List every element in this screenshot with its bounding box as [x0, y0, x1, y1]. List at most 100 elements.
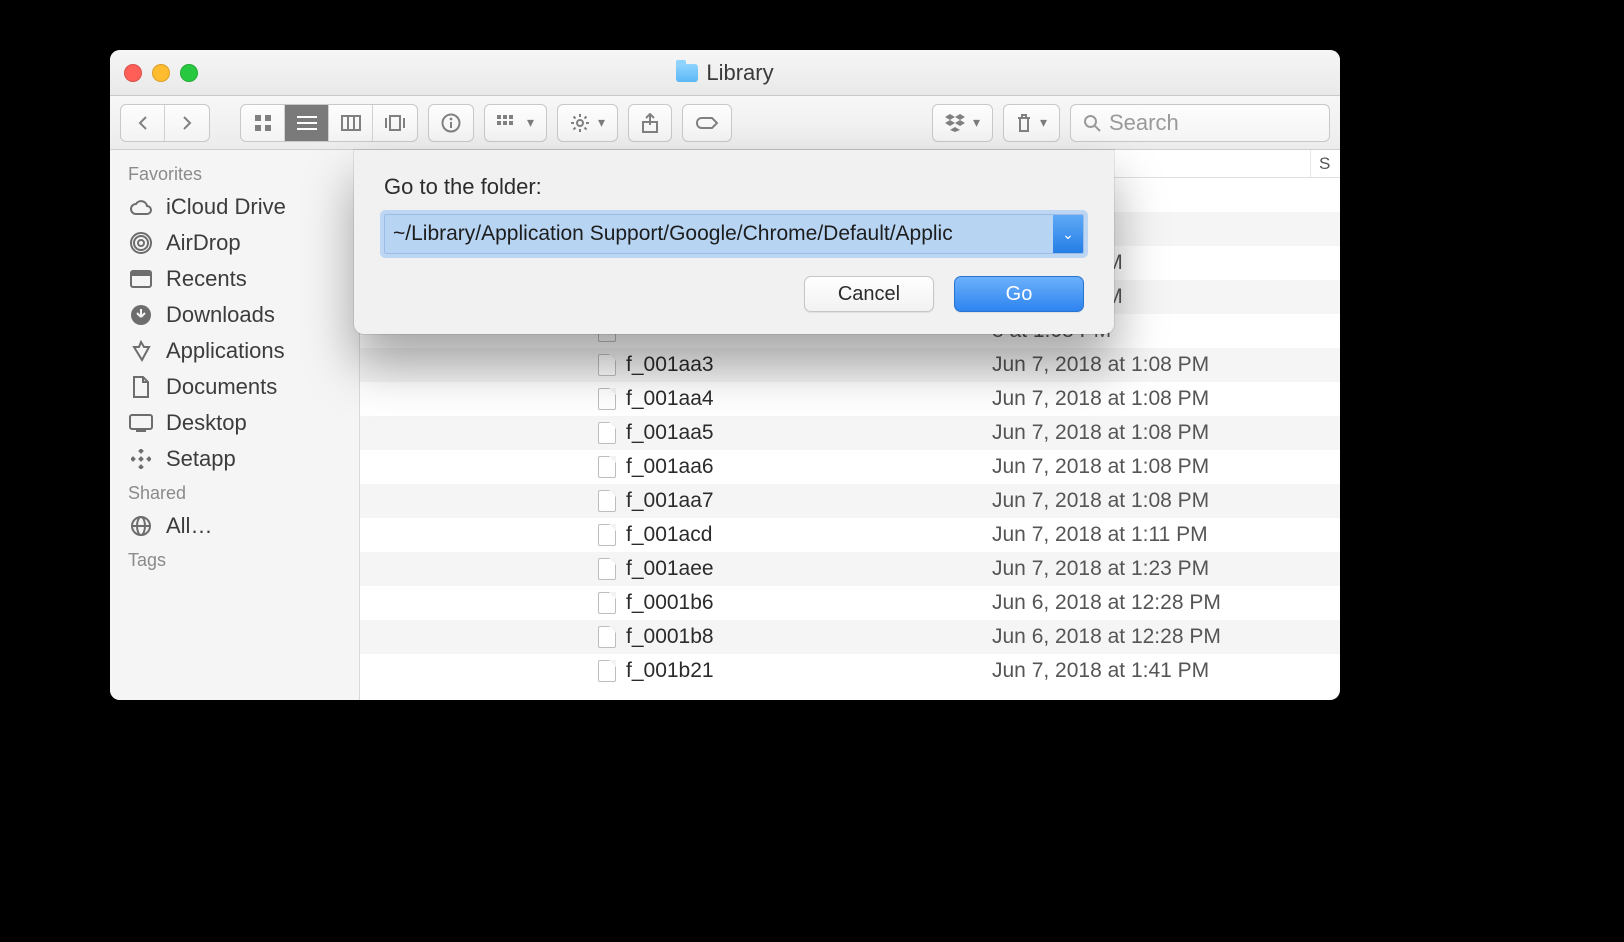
- sidebar-item-airdrop[interactable]: AirDrop: [110, 225, 359, 261]
- view-icon-button[interactable]: [241, 105, 285, 141]
- file-row[interactable]: f_0001b6Jun 6, 2018 at 12:28 PM: [360, 586, 1340, 620]
- dropbox-icon: [945, 114, 965, 132]
- path-history-dropdown[interactable]: ⌄: [1053, 215, 1083, 253]
- titlebar: Library: [110, 50, 1340, 96]
- minimize-window-button[interactable]: [152, 64, 170, 82]
- sidebar-item-label: Applications: [166, 338, 285, 364]
- file-icon: [598, 422, 616, 444]
- dropbox-button[interactable]: ▾: [932, 104, 993, 142]
- sidebar-item-icloud-drive[interactable]: iCloud Drive: [110, 189, 359, 225]
- sidebar-item-downloads[interactable]: Downloads: [110, 297, 359, 333]
- view-gallery-button[interactable]: [373, 105, 417, 141]
- column-size[interactable]: S: [1310, 150, 1340, 177]
- close-window-button[interactable]: [124, 64, 142, 82]
- info-button[interactable]: [428, 104, 474, 142]
- file-date: Jun 7, 2018 at 1:08 PM: [980, 421, 1310, 445]
- action-button[interactable]: ▾: [557, 104, 618, 142]
- file-icon: [598, 456, 616, 478]
- sidebar-item-label: All…: [166, 513, 212, 539]
- share-button[interactable]: [628, 104, 672, 142]
- cloud-icon: [128, 198, 154, 216]
- sidebar-item-applications[interactable]: Applications: [110, 333, 359, 369]
- file-row[interactable]: f_001b21 Jun 7, 2018 at 1:41 PM: [360, 654, 1340, 688]
- trash-icon: [1016, 113, 1032, 133]
- file-icon: [598, 388, 616, 410]
- group-button[interactable]: ▾: [484, 104, 547, 142]
- file-date: Jun 6, 2018 at 12:28 PM: [980, 625, 1310, 649]
- network-icon: [128, 515, 154, 537]
- file-icon: [598, 354, 616, 376]
- finder-window: Library: [110, 50, 1340, 700]
- file-icon: [598, 592, 616, 614]
- chevron-down-icon: ▾: [1040, 114, 1047, 131]
- file-date: Jun 7, 2018 at 1:08 PM: [980, 387, 1310, 411]
- sidebar-section-header: Shared: [110, 477, 359, 508]
- file-icon: [598, 626, 616, 648]
- sidebar-item-recents[interactable]: Recents: [110, 261, 359, 297]
- downloads-icon: [128, 304, 154, 326]
- sidebar-item-label: Desktop: [166, 410, 247, 436]
- window-title: Library: [706, 60, 773, 86]
- setapp-icon: [128, 449, 154, 469]
- chevron-down-icon: ▾: [527, 114, 534, 131]
- forward-button[interactable]: [165, 105, 209, 141]
- file-name: f_001acd: [626, 523, 712, 547]
- file-name: f_0001b6: [626, 591, 714, 615]
- file-name: f_001aa7: [626, 489, 714, 513]
- file-name: f_001aa6: [626, 455, 714, 479]
- search-placeholder: Search: [1109, 110, 1179, 136]
- back-button[interactable]: [121, 105, 165, 141]
- sidebar-item-label: Downloads: [166, 302, 275, 328]
- file-date: Jun 7, 2018 at 1:41 PM: [980, 659, 1310, 683]
- search-field[interactable]: Search: [1070, 104, 1330, 142]
- go-to-folder-sheet: Go to the folder: ⌄ Cancel Go: [354, 150, 1114, 334]
- trash-menu-button[interactable]: ▾: [1003, 104, 1060, 142]
- desktop-icon: [128, 414, 154, 432]
- view-list-button[interactable]: [285, 105, 329, 141]
- tags-button[interactable]: [682, 104, 732, 142]
- file-name: f_001b21: [626, 659, 714, 683]
- file-row[interactable]: f_001aeeJun 7, 2018 at 1:23 PM: [360, 552, 1340, 586]
- sidebar-item-label: iCloud Drive: [166, 194, 286, 220]
- folder-path-input[interactable]: [385, 215, 1053, 253]
- sidebar-item-label: Documents: [166, 374, 277, 400]
- file-date: Jun 7, 2018 at 1:23 PM: [980, 557, 1310, 581]
- view-mode-segment: [240, 104, 418, 142]
- zoom-window-button[interactable]: [180, 64, 198, 82]
- airdrop-icon: [128, 232, 154, 254]
- share-icon: [641, 113, 659, 133]
- file-icon: [598, 558, 616, 580]
- file-name: f_0001b8: [626, 625, 714, 649]
- chevron-down-icon: ▾: [598, 114, 605, 131]
- file-icon: [598, 524, 616, 546]
- recents-icon: [128, 270, 154, 288]
- file-row[interactable]: f_001aa4 Jun 7, 2018 at 1:08 PM: [360, 382, 1340, 416]
- file-row[interactable]: f_001aa3Jun 7, 2018 at 1:08 PM: [360, 348, 1340, 382]
- go-button[interactable]: Go: [954, 276, 1084, 312]
- sidebar-item-documents[interactable]: Documents: [110, 369, 359, 405]
- sidebar-item-setapp[interactable]: Setapp: [110, 441, 359, 477]
- file-name: f_001aa4: [626, 387, 714, 411]
- file-icon: [598, 490, 616, 512]
- search-icon: [1083, 114, 1101, 132]
- file-row[interactable]: f_001acd Jun 7, 2018 at 1:11 PM: [360, 518, 1340, 552]
- window-controls: [124, 64, 198, 82]
- sidebar-item-desktop[interactable]: Desktop: [110, 405, 359, 441]
- tag-icon: [695, 115, 719, 131]
- gear-icon: [570, 113, 590, 133]
- file-date: Jun 7, 2018 at 1:11 PM: [980, 523, 1310, 547]
- view-column-button[interactable]: [329, 105, 373, 141]
- sidebar-item-all-[interactable]: All…: [110, 508, 359, 544]
- file-row[interactable]: f_001aa6 Jun 7, 2018 at 1:08 PM: [360, 450, 1340, 484]
- info-icon: [441, 113, 461, 133]
- cancel-button[interactable]: Cancel: [804, 276, 934, 312]
- sidebar: FavoritesiCloud DriveAirDropRecentsDownl…: [110, 150, 360, 700]
- folder-icon: [676, 64, 698, 82]
- file-name: f_001aa5: [626, 421, 714, 445]
- file-date: Jun 7, 2018 at 1:08 PM: [980, 455, 1310, 479]
- file-date: Jun 7, 2018 at 1:08 PM: [980, 353, 1310, 377]
- file-row[interactable]: f_001aa5 Jun 7, 2018 at 1:08 PM: [360, 416, 1340, 450]
- file-date: Jun 7, 2018 at 1:08 PM: [980, 489, 1310, 513]
- file-row[interactable]: f_001aa7 Jun 7, 2018 at 1:08 PM: [360, 484, 1340, 518]
- file-row[interactable]: f_0001b8 Jun 6, 2018 at 12:28 PM: [360, 620, 1340, 654]
